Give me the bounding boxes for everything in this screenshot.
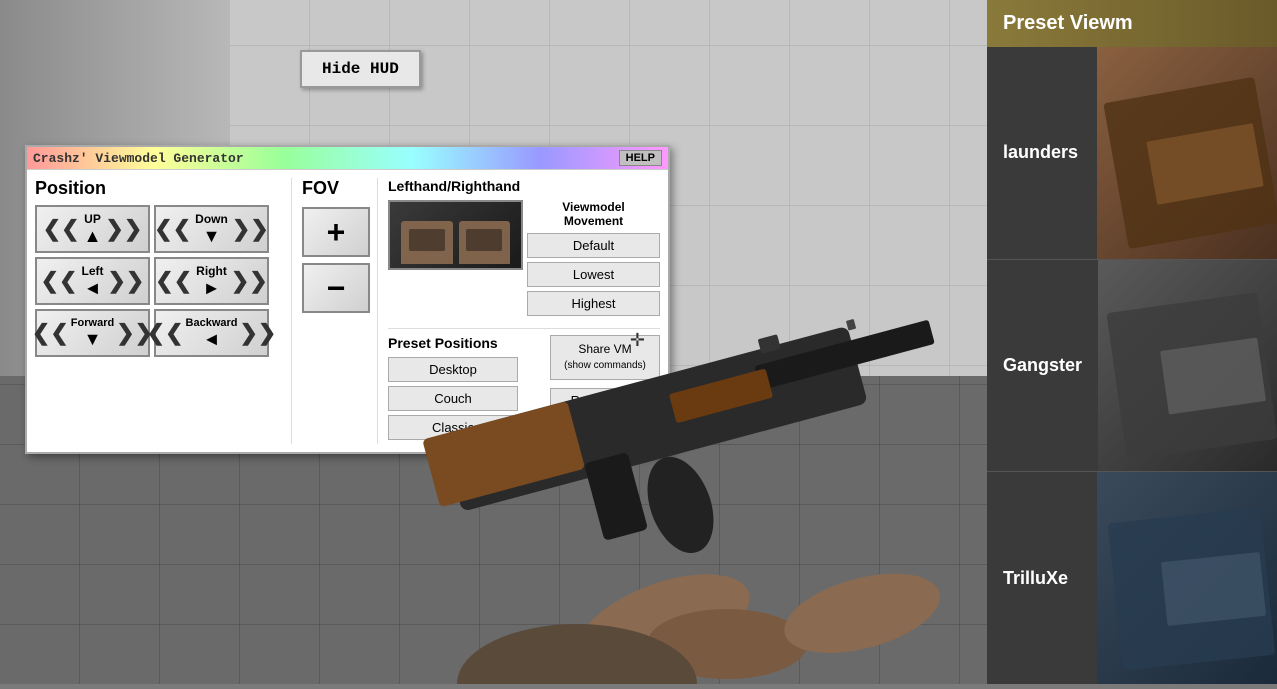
viewmodel-default-button[interactable]: Default bbox=[527, 233, 660, 258]
preset-vm-thumb-gangster bbox=[1098, 260, 1277, 472]
viewmodel-highest-button[interactable]: Highest bbox=[527, 291, 660, 316]
fov-title: FOV bbox=[302, 178, 371, 199]
preset-classic-button[interactable]: Classic bbox=[388, 415, 518, 440]
backward-button[interactable]: ❮❮ Backward◄ ❯❯ bbox=[154, 309, 269, 357]
right-button[interactable]: ❮❮ Right► ❯❯ bbox=[154, 257, 269, 305]
preset-viewmodel-panel: Preset Viewm launders Gangster TrilluXe bbox=[987, 0, 1277, 684]
fov-section: FOV + − bbox=[291, 178, 371, 444]
share-restore-section: ✛ Share VM(show commands) Restore VM bbox=[550, 335, 660, 444]
preset-vm-thumb-launders bbox=[1097, 47, 1277, 259]
cursor-crosshair: ✛ bbox=[630, 330, 645, 351]
preset-vm-row-gangster[interactable]: Gangster bbox=[987, 260, 1277, 473]
viewmodel-movement-section: ViewmodelMovement Default Lowest Highest bbox=[527, 200, 660, 320]
panel-title: Crashz' Viewmodel Generator bbox=[33, 151, 244, 166]
preset-positions-row: Preset Positions Desktop Couch Classic ✛… bbox=[388, 328, 660, 444]
viewmodel-lowest-button[interactable]: Lowest bbox=[527, 262, 660, 287]
preset-viewmodel-title: Preset Viewm bbox=[987, 0, 1277, 47]
viewmodel-generator-panel: Crashz' Viewmodel Generator HELP Positio… bbox=[25, 145, 670, 454]
preset-vm-row-launders[interactable]: launders bbox=[987, 47, 1277, 260]
down-button[interactable]: ❮❮ Down▼ ❯❯ bbox=[154, 205, 269, 253]
right-sections: Lefthand/Righthand bbox=[377, 178, 660, 444]
preset-desktop-button[interactable]: Desktop bbox=[388, 357, 518, 382]
lefthand-section: Lefthand/Righthand bbox=[388, 178, 660, 328]
hide-hud-button[interactable]: Hide HUD bbox=[300, 50, 421, 88]
preset-vm-label-gangster: Gangster bbox=[987, 355, 1098, 376]
viewmodel-movement-title: ViewmodelMovement bbox=[527, 200, 660, 229]
preset-couch-button[interactable]: Couch bbox=[388, 386, 518, 411]
help-button[interactable]: HELP bbox=[619, 150, 662, 166]
hand-preview bbox=[388, 200, 523, 270]
preset-vm-label-launders: launders bbox=[987, 142, 1097, 163]
left-button[interactable]: ❮❮ Left◄ ❯❯ bbox=[35, 257, 150, 305]
lefthand-title: Lefthand/Righthand bbox=[388, 178, 660, 194]
panel-titlebar: Crashz' Viewmodel Generator HELP bbox=[27, 147, 668, 170]
preset-positions-title: Preset Positions bbox=[388, 335, 542, 351]
restore-vm-button[interactable]: Restore VM bbox=[550, 388, 660, 413]
position-title: Position bbox=[35, 178, 285, 199]
preset-positions-section: Preset Positions Desktop Couch Classic bbox=[388, 335, 542, 444]
preset-vm-thumb-trilluxe bbox=[1097, 472, 1277, 684]
preset-vm-row-trilluxe[interactable]: TrilluXe bbox=[987, 472, 1277, 684]
panel-top-row: Position ❮❮ UP▲ ❯❯ ❮❮ Down▼ ❯❯ ❮❮ Left◄ bbox=[27, 170, 668, 452]
preset-vm-label-trilluxe: TrilluXe bbox=[987, 568, 1097, 589]
forward-button[interactable]: ❮❮ Forward▼ ❯❯ bbox=[35, 309, 150, 357]
up-button[interactable]: ❮❮ UP▲ ❯❯ bbox=[35, 205, 150, 253]
fov-minus-button[interactable]: − bbox=[302, 263, 370, 313]
fov-plus-button[interactable]: + bbox=[302, 207, 370, 257]
position-section: Position ❮❮ UP▲ ❯❯ ❮❮ Down▼ ❯❯ ❮❮ Left◄ bbox=[35, 178, 285, 444]
